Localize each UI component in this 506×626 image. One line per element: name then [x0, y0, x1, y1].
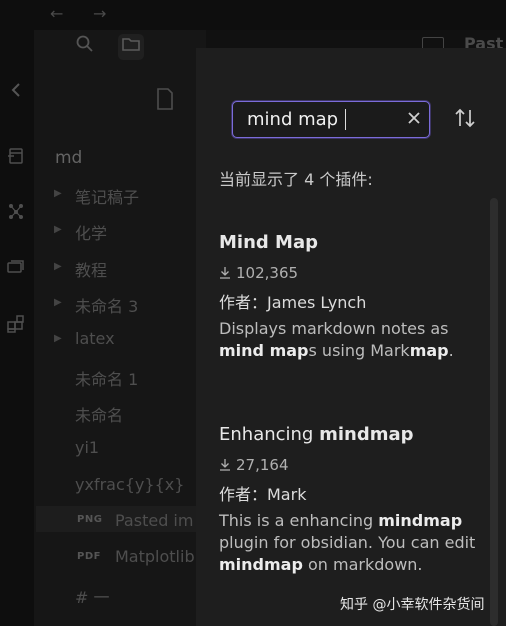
attachment-item[interactable]: Pasted im: [115, 511, 193, 530]
file-type-badge: PDF: [77, 551, 101, 562]
download-count: 102,365: [219, 263, 489, 283]
folder-caret-icon[interactable]: ▶: [54, 297, 62, 308]
plugin-card[interactable]: Enhancing mindmap 27,164 作者：Mark This is…: [219, 424, 489, 576]
graph-view-icon[interactable]: [6, 201, 26, 221]
folder-caret-icon[interactable]: ▶: [54, 224, 62, 235]
file-item[interactable]: yxfrac{y}{x}: [75, 475, 184, 494]
title-bar: ← →: [0, 0, 506, 30]
clear-search-icon[interactable]: [403, 107, 425, 129]
left-ribbon: [0, 30, 34, 626]
plugin-author: 作者：Mark: [219, 485, 307, 504]
file-item[interactable]: # 一: [75, 584, 110, 608]
download-icon: [220, 459, 230, 471]
plugin-search-input[interactable]: [247, 108, 397, 130]
plugin-search-box[interactable]: [232, 101, 430, 138]
download-count: 27,164: [219, 455, 489, 475]
new-note-icon[interactable]: [156, 88, 174, 115]
file-item[interactable]: 未命名 1: [75, 366, 138, 390]
collapse-chevron-icon[interactable]: [6, 80, 26, 100]
download-icon: [220, 267, 230, 279]
plugin-browser-panel: 当前显示了 4 个插件: Mind Map 102,365 作者：James L…: [196, 48, 506, 626]
plugin-description: Displays markdown notes as mind maps usi…: [219, 319, 454, 360]
folder-item[interactable]: 笔记稿子: [75, 184, 139, 208]
folder-item[interactable]: 未命名 3: [75, 293, 138, 317]
results-scrollbar[interactable]: [490, 198, 498, 626]
result-count: 当前显示了 4 个插件:: [219, 170, 373, 189]
text-cursor: [345, 109, 346, 130]
plugin-card[interactable]: Mind Map 102,365 作者：James Lynch Displays…: [219, 232, 489, 362]
folder-item[interactable]: 教程: [75, 257, 107, 281]
files-tab-folder-icon[interactable]: [118, 34, 144, 60]
plugin-title: Mind Map: [219, 232, 318, 253]
search-tab-icon[interactable]: [72, 34, 98, 60]
folder-caret-icon[interactable]: ▶: [54, 261, 62, 272]
plugin-description: This is a enhancing mindmap plugin for o…: [219, 511, 476, 574]
file-type-badge: PNG: [77, 514, 103, 525]
back-arrow-icon[interactable]: ←: [50, 4, 63, 23]
plugin-author: 作者：James Lynch: [219, 293, 367, 312]
forward-arrow-icon[interactable]: →: [93, 4, 106, 23]
file-explorer-sidebar: md ▶ 笔记稿子 ▶ 化学 ▶ 教程 ▶ 未命名 3 ▶ latex 未命名 …: [34, 30, 206, 626]
file-item[interactable]: yi1: [75, 438, 99, 457]
slides-icon[interactable]: [6, 257, 26, 277]
folder-caret-icon[interactable]: ▶: [54, 188, 62, 199]
file-item[interactable]: 未命名: [75, 402, 123, 426]
folder-item[interactable]: 化学: [75, 220, 107, 244]
watermark: 知乎 @小幸软件杂货间: [340, 597, 485, 613]
sort-icon[interactable]: [453, 106, 477, 130]
vault-name[interactable]: md: [55, 148, 82, 168]
open-quick-switcher-icon[interactable]: [6, 146, 26, 166]
attachment-item[interactable]: Matplotlib: [115, 547, 195, 566]
plugin-title: Enhancing mindmap: [219, 424, 414, 445]
community-plugins-icon[interactable]: [6, 314, 26, 334]
folder-item[interactable]: latex: [75, 329, 115, 348]
folder-caret-icon[interactable]: ▶: [54, 333, 62, 344]
